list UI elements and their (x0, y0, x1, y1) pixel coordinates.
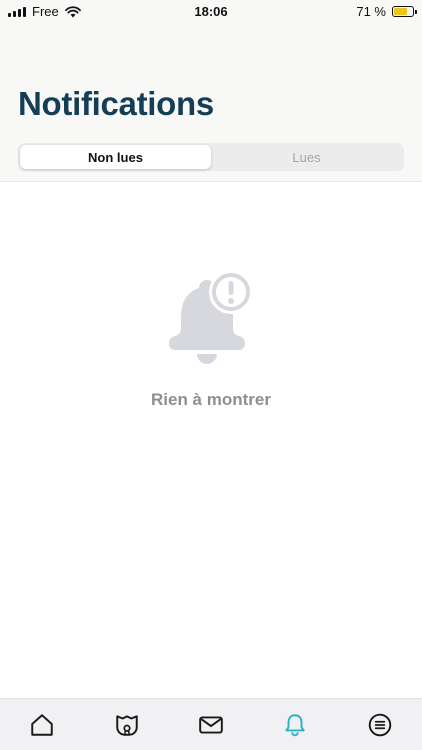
home-icon (31, 713, 53, 736)
menu-list-icon (368, 713, 392, 736)
header-area: Free 18:06 71 % Notifications Non lues L… (0, 0, 422, 182)
segment-non-lues[interactable]: Non lues (20, 145, 211, 169)
read-filter-segmented-control: Non lues Lues (18, 143, 404, 171)
tab-menu[interactable] (360, 705, 400, 745)
tab-badge[interactable] (107, 705, 147, 745)
status-bar: Free 18:06 71 % (0, 0, 422, 24)
tab-bar (0, 698, 422, 750)
battery-percent: 71 % (356, 4, 386, 19)
tab-home[interactable] (22, 705, 62, 745)
battery-icon (392, 6, 417, 17)
tab-notifications[interactable] (275, 705, 315, 745)
bell-icon (285, 713, 306, 736)
bell-alert-icon (169, 270, 253, 364)
empty-state: Rien à montrer (0, 270, 422, 410)
mail-icon (199, 715, 223, 734)
badge-icon (115, 714, 138, 736)
segment-lues[interactable]: Lues (211, 145, 402, 169)
tab-mail[interactable] (191, 705, 231, 745)
empty-state-message: Rien à montrer (151, 390, 271, 409)
page-title: Notifications (18, 85, 214, 122)
